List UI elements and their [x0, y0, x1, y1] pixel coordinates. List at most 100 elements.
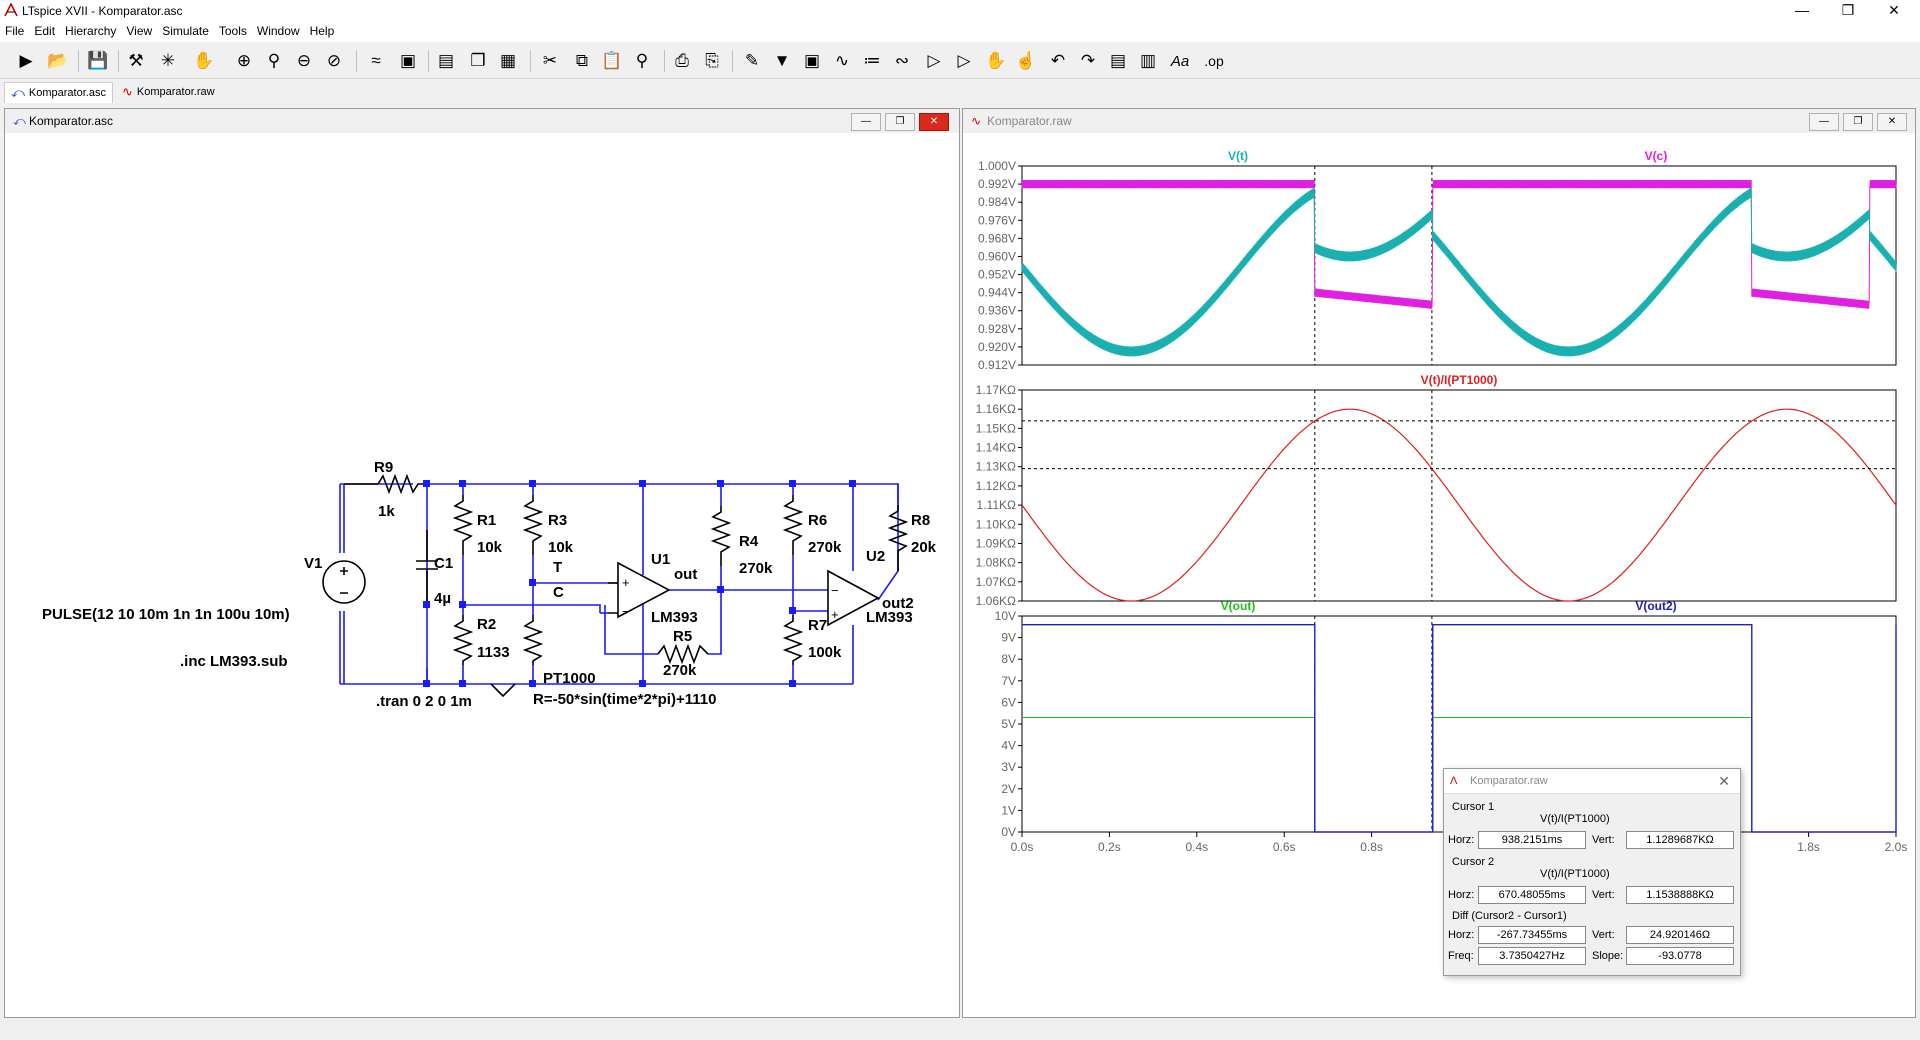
redo-icon[interactable]: ↷	[1076, 49, 1100, 73]
status-bar	[0, 1020, 1920, 1040]
cursor2-horz-value[interactable]: 670.48055ms	[1478, 886, 1586, 904]
print-icon[interactable]: ⎙	[670, 49, 694, 73]
ltspice-logo-icon: Λ	[1450, 775, 1458, 787]
tab-label: Komparator.raw	[136, 86, 215, 98]
mirror-icon[interactable]: ▥	[1136, 49, 1160, 73]
y-tick-label: 0.928V	[978, 322, 1016, 336]
tab-komparator-raw[interactable]: ∿ Komparator.raw	[116, 82, 221, 102]
y-tick-label: 1.16KΩ	[976, 402, 1016, 416]
undo-icon[interactable]: ↶	[1046, 49, 1070, 73]
drag-icon[interactable]: ☝	[1014, 49, 1038, 73]
move-icon[interactable]: ✋	[984, 49, 1008, 73]
freq-value[interactable]: 3.7350427Hz	[1478, 947, 1586, 965]
inductor-icon[interactable]: ∾	[890, 49, 914, 73]
menu-window[interactable]: Window	[252, 22, 305, 40]
tran-directive: .tran 0 2 0 1m	[376, 693, 472, 710]
svg-text:+: +	[622, 575, 630, 590]
trace-name[interactable]: V(out2)	[1635, 599, 1676, 613]
copy-icon[interactable]: ⧉	[570, 49, 594, 73]
cut-icon[interactable]: ✂	[538, 49, 562, 73]
zoom-in-icon[interactable]: ⊕	[232, 49, 256, 73]
waveform-close-button[interactable]: ✕	[1877, 113, 1907, 131]
menu-edit[interactable]: Edit	[29, 22, 60, 40]
schematic-canvas[interactable]: + − − + R9 1k V1 PULSE(12 10 10m 1n 1n 100…	[8, 135, 954, 1011]
close-button[interactable]: ✕	[1872, 0, 1916, 22]
ground-icon[interactable]: ▼	[770, 49, 794, 73]
open-icon[interactable]: 📂	[46, 49, 70, 73]
component-icon[interactable]: ▷	[952, 49, 976, 73]
menu-help[interactable]: Help	[305, 22, 340, 40]
waveform-minimize-button[interactable]: —	[1809, 113, 1839, 131]
capacitor-icon[interactable]: ≔	[860, 49, 884, 73]
minimize-button[interactable]: —	[1780, 0, 1824, 22]
y-tick-label: 10V	[995, 609, 1016, 623]
schematic-restore-button[interactable]: ❐	[885, 113, 915, 131]
u2-model: LM393	[866, 609, 913, 626]
close-icon[interactable]: ✕	[1718, 769, 1730, 793]
y-tick-label: 0.960V	[978, 249, 1016, 263]
tile-horizontal-icon[interactable]: ▤	[434, 49, 458, 73]
cursor1-label: Cursor 1	[1452, 801, 1495, 813]
cascade-icon[interactable]: ❐	[466, 49, 490, 73]
pan-hand-icon[interactable]: ✋	[192, 49, 216, 73]
tab-label: Komparator.asc	[28, 87, 106, 99]
resistor-icon[interactable]: ∿	[830, 49, 854, 73]
waveform-plot[interactable]: 1.000V 0.992V 0.984V 0.976V 0.968V 0.960V 0.95…	[963, 134, 1913, 1016]
freq-label: Freq:	[1448, 950, 1474, 962]
trace-name[interactable]: V(c)	[1645, 149, 1668, 163]
control-panel-icon[interactable]: ⚒	[124, 49, 148, 73]
run-icon[interactable]: ▶	[14, 49, 38, 73]
r8-value: 20k	[911, 539, 937, 556]
find-icon[interactable]: ⚲	[630, 49, 654, 73]
fit-icon[interactable]: ▣	[396, 49, 420, 73]
run-man-icon[interactable]: ✳	[156, 49, 180, 73]
y-tick-label: 0.968V	[978, 231, 1016, 245]
schematic-minimize-button[interactable]: —	[851, 113, 881, 131]
u1-model: LM393	[651, 609, 698, 626]
waveform-window: ∿ Komparator.raw — ❐ ✕ 1.000V 0.992V 0.984…	[962, 108, 1916, 1018]
text-icon[interactable]: Aa	[1168, 49, 1192, 73]
tile-vertical-icon[interactable]: ▦	[496, 49, 520, 73]
waveform-restore-button[interactable]: ❐	[1843, 113, 1873, 131]
rotate-icon[interactable]: ▤	[1106, 49, 1130, 73]
schematic-close-button[interactable]: ✕	[919, 113, 949, 131]
cursor1-vert-value[interactable]: 1.1289687KΩ	[1626, 831, 1734, 849]
trace-name[interactable]: V(t)/I(PT1000)	[1421, 373, 1498, 387]
menu-simulate[interactable]: Simulate	[157, 22, 214, 40]
pt1000-label: PT1000	[543, 670, 596, 687]
menu-view[interactable]: View	[121, 22, 157, 40]
menu-file[interactable]: File	[0, 22, 29, 40]
schematic-window-title: Komparator.asc	[29, 114, 114, 128]
y-tick-label: 7V	[1001, 674, 1016, 688]
diode-icon[interactable]: ▷	[922, 49, 946, 73]
tab-komparator-asc[interactable]: ⤺ Komparator.asc	[4, 82, 113, 103]
y-tick-label: 1.10KΩ	[976, 517, 1016, 531]
spice-directive-icon[interactable]: .op	[1202, 49, 1226, 73]
menu-tools[interactable]: Tools	[214, 22, 252, 40]
label-net-icon[interactable]: ▣	[800, 49, 824, 73]
r6-value: 270k	[808, 539, 842, 556]
save-icon[interactable]: 💾	[86, 49, 110, 73]
menu-hierarchy[interactable]: Hierarchy	[60, 22, 121, 40]
restore-button[interactable]: ❐	[1826, 0, 1870, 22]
plot-pane[interactable]	[1021, 389, 1897, 602]
slope-value[interactable]: -93.0778	[1626, 947, 1734, 965]
paste-icon[interactable]: 📋	[600, 49, 624, 73]
zoom-out-icon[interactable]: ⊖	[292, 49, 316, 73]
waveform-icon: ∿	[122, 84, 133, 99]
print-setup-icon[interactable]: ⎘	[700, 49, 724, 73]
zoom-cancel-icon[interactable]: ⊘	[322, 49, 346, 73]
trace-name[interactable]: V(t)	[1228, 149, 1248, 163]
draw-wire-icon[interactable]: ✎	[740, 49, 764, 73]
autorange-icon[interactable]: ≈	[364, 49, 388, 73]
y-tick-label: 0.936V	[978, 304, 1016, 318]
trace-name[interactable]: V(out)	[1221, 599, 1256, 613]
c1-label: C1	[434, 555, 453, 572]
y-tick-label: 0.952V	[978, 268, 1016, 282]
diff-horz-value[interactable]: -267.73455ms	[1478, 926, 1586, 944]
cursor1-horz-value[interactable]: 938.2151ms	[1478, 831, 1586, 849]
cursor2-vert-value[interactable]: 1.1538888KΩ	[1626, 886, 1734, 904]
zoom-full-icon[interactable]: ⚲	[262, 49, 286, 73]
diff-vert-value[interactable]: 24.920146Ω	[1626, 926, 1734, 944]
y-tick-label: 1.000V	[978, 159, 1016, 173]
